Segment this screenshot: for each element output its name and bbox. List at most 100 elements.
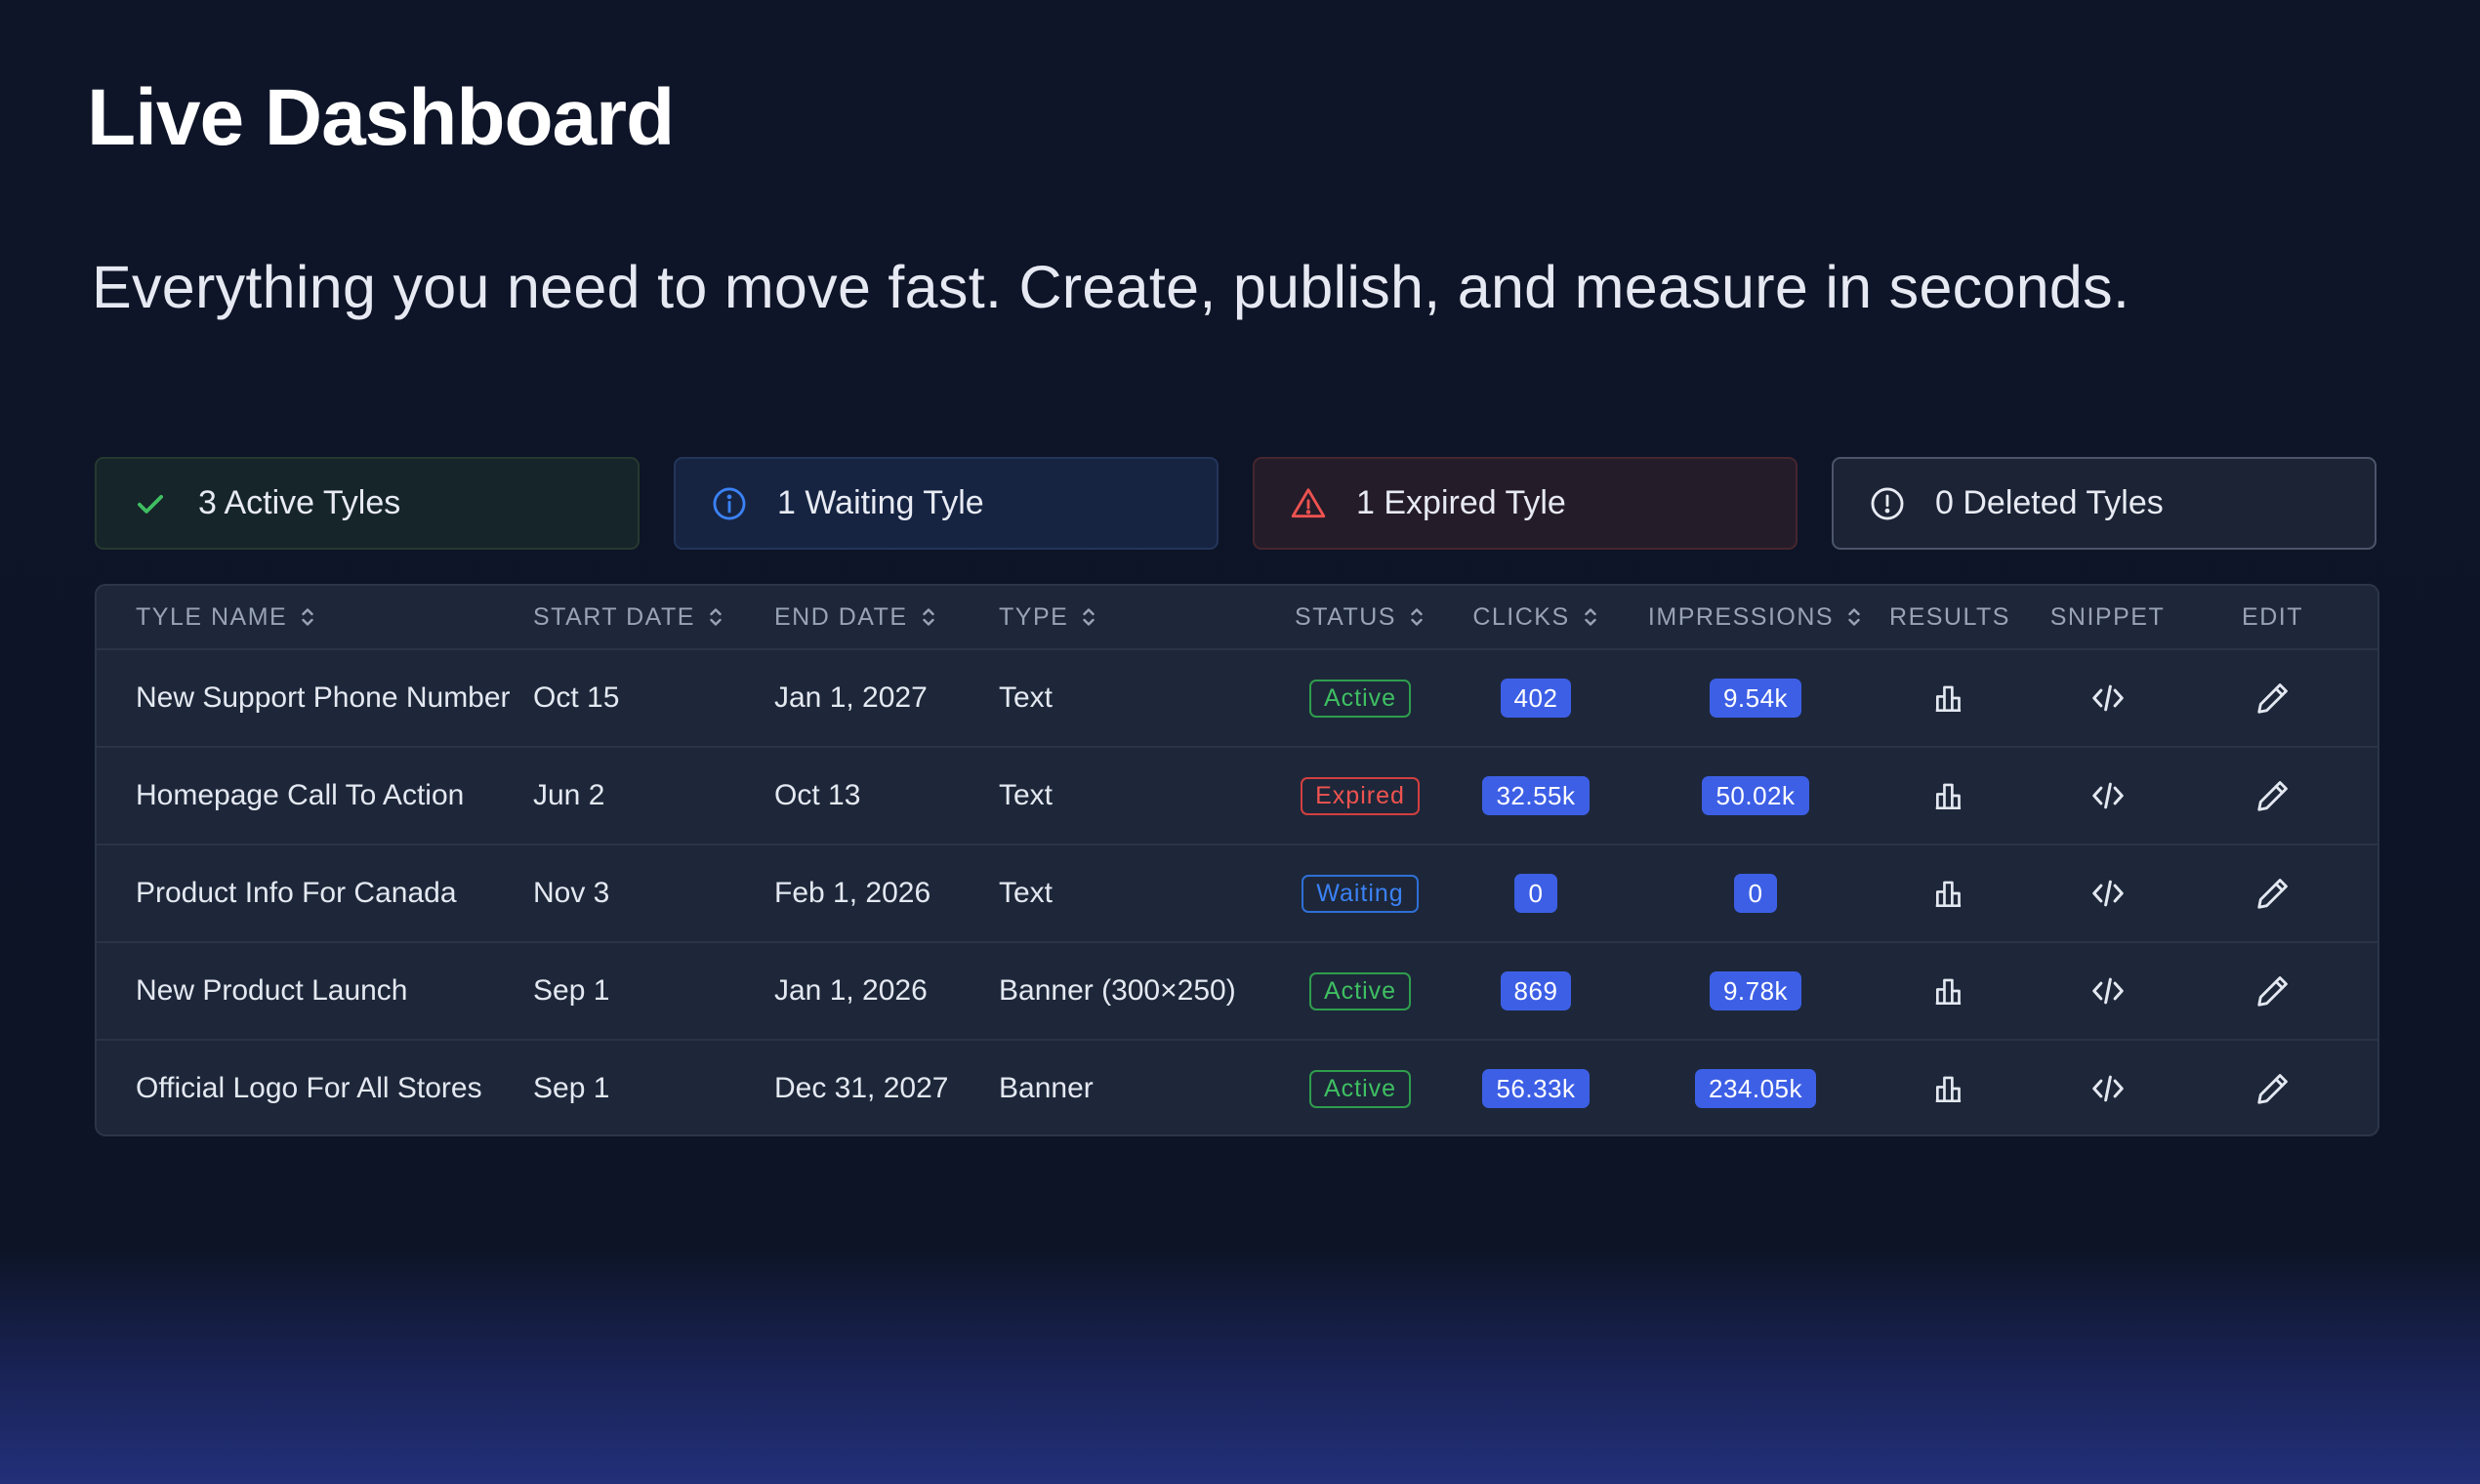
status-cell: Expired (1282, 746, 1438, 845)
check-icon (132, 485, 169, 522)
column-header-results: RESULTS (1889, 602, 2010, 631)
impressions-cell: 234.05k (1633, 1039, 1878, 1134)
bar-chart-icon[interactable] (1931, 1070, 1968, 1107)
column-header-edit: EDIT (2242, 602, 2303, 631)
impressions-count: 9.54k (1709, 679, 1802, 718)
column-header-type[interactable]: TYPE (999, 586, 1282, 649)
results-cell (1878, 941, 2022, 1040)
column-header-impressions[interactable]: IMPRESSIONS (1633, 586, 1878, 649)
status-cell: Active (1282, 648, 1438, 747)
clicks-count: 0 (1514, 874, 1557, 913)
pencil-icon[interactable] (2254, 1070, 2292, 1107)
status-badge: Waiting (1302, 874, 1419, 913)
tyle-name[interactable]: New Product Launch (97, 941, 533, 1040)
tyle-name[interactable]: New Support Phone Number (97, 648, 533, 747)
column-header-start-date[interactable]: START DATE (533, 586, 774, 649)
column-header-label: END DATE (774, 602, 908, 631)
tyle-name[interactable]: Homepage Call To Action (97, 746, 533, 845)
impressions-count: 0 (1734, 874, 1777, 913)
start-date: Sep 1 (533, 1039, 774, 1134)
tyle-name[interactable]: Official Logo For All Stores (97, 1039, 533, 1134)
table-row[interactable]: Official Logo For All Stores Sep 1 Dec 31,… (97, 1039, 2377, 1134)
deleted-tyles-card[interactable]: 0 Deleted Tyles (1832, 457, 2377, 550)
code-icon[interactable] (2089, 777, 2127, 814)
impressions-cell: 50.02k (1633, 746, 1878, 845)
status-badge: Expired (1301, 776, 1420, 815)
code-icon[interactable] (2089, 972, 2127, 1010)
exclamation-circle-icon (1869, 485, 1906, 522)
bar-chart-icon[interactable] (1931, 680, 1968, 717)
column-header-snippet: SNIPPET (2049, 602, 2166, 631)
start-date: Sep 1 (533, 941, 774, 1040)
clicks-cell: 869 (1438, 941, 1633, 1040)
start-date: Jun 2 (533, 746, 774, 845)
impressions-count: 50.02k (1702, 776, 1809, 815)
waiting-tyles-label: 1 Waiting Tyle (777, 484, 984, 521)
pencil-icon[interactable] (2254, 777, 2292, 814)
column-header-status[interactable]: STATUS (1282, 586, 1438, 649)
tyle-type: Banner (999, 1039, 1282, 1134)
edit-cell (2193, 941, 2377, 1040)
column-header-name[interactable]: TYLE NAME (97, 586, 533, 649)
results-cell (1878, 844, 2022, 942)
table-row[interactable]: New Support Phone Number Oct 15 Jan 1, 202… (97, 648, 2377, 747)
column-header-label: TYLE NAME (136, 602, 288, 631)
status-cell: Waiting (1282, 844, 1438, 942)
code-icon[interactable] (2089, 680, 2127, 717)
bar-chart-icon[interactable] (1931, 777, 1968, 814)
edit-cell (2193, 746, 2377, 845)
status-summary: 3 Active Tyles 1 Waiting Tyle 1 Expired … (95, 457, 2379, 554)
sort-icon[interactable] (1408, 605, 1426, 629)
clicks-count: 32.55k (1482, 776, 1590, 815)
sort-icon[interactable] (299, 605, 316, 629)
end-date: Oct 13 (774, 746, 999, 845)
clicks-count: 402 (1500, 679, 1572, 718)
bar-chart-icon[interactable] (1931, 972, 1968, 1010)
waiting-tyles-card[interactable]: 1 Waiting Tyle (674, 457, 1219, 550)
column-header-label: START DATE (533, 602, 695, 631)
snippet-cell (2022, 1039, 2193, 1134)
clicks-cell: 32.55k (1438, 746, 1633, 845)
code-icon[interactable] (2089, 875, 2127, 912)
tyle-type: Text (999, 746, 1282, 845)
tyle-name[interactable]: Product Info For Canada (97, 844, 533, 942)
code-icon[interactable] (2089, 1070, 2127, 1107)
active-tyles-card[interactable]: 3 Active Tyles (95, 457, 640, 550)
impressions-cell: 9.78k (1633, 941, 1878, 1040)
clicks-count: 56.33k (1482, 1069, 1590, 1108)
sort-icon[interactable] (1845, 605, 1863, 629)
table-row[interactable]: New Product Launch Sep 1 Jan 1, 2026 Banner… (97, 941, 2377, 1040)
results-cell (1878, 1039, 2022, 1134)
column-header-clicks[interactable]: CLICKS (1438, 586, 1633, 649)
end-date: Dec 31, 2027 (774, 1039, 999, 1134)
results-cell (1878, 746, 2022, 845)
pencil-icon[interactable] (2254, 972, 2292, 1010)
pencil-icon[interactable] (2254, 680, 2292, 717)
expired-tyles-label: 1 Expired Tyle (1356, 484, 1566, 521)
tyle-type: Banner (300×250) (999, 941, 1282, 1040)
page-subtitle: Everything you need to move fast. Create… (92, 254, 2130, 320)
end-date: Jan 1, 2026 (774, 941, 999, 1040)
clicks-cell: 0 (1438, 844, 1633, 942)
column-header-end-date[interactable]: END DATE (774, 586, 999, 649)
impressions-cell: 0 (1633, 844, 1878, 942)
sort-icon[interactable] (920, 605, 937, 629)
pencil-icon[interactable] (2254, 875, 2292, 912)
edit-cell (2193, 648, 2377, 747)
tyles-table: TYLE NAME START DATE END DATE TYPE STATU… (95, 584, 2379, 1136)
sort-icon[interactable] (707, 605, 724, 629)
sort-icon[interactable] (1080, 605, 1097, 629)
status-cell: Active (1282, 941, 1438, 1040)
clicks-cell: 56.33k (1438, 1039, 1633, 1134)
warning-triangle-icon (1290, 485, 1327, 522)
tyle-type: Text (999, 648, 1282, 747)
table-row[interactable]: Product Info For Canada Nov 3 Feb 1, 2026 T… (97, 844, 2377, 942)
table-row[interactable]: Homepage Call To Action Jun 2 Oct 13 Text Ex… (97, 746, 2377, 845)
bar-chart-icon[interactable] (1931, 875, 1968, 912)
column-header-label: TYPE (999, 602, 1069, 631)
snippet-cell (2022, 648, 2193, 747)
expired-tyles-card[interactable]: 1 Expired Tyle (1253, 457, 1798, 550)
status-cell: Active (1282, 1039, 1438, 1134)
page-title: Live Dashboard (87, 73, 675, 162)
sort-icon[interactable] (1582, 605, 1599, 629)
